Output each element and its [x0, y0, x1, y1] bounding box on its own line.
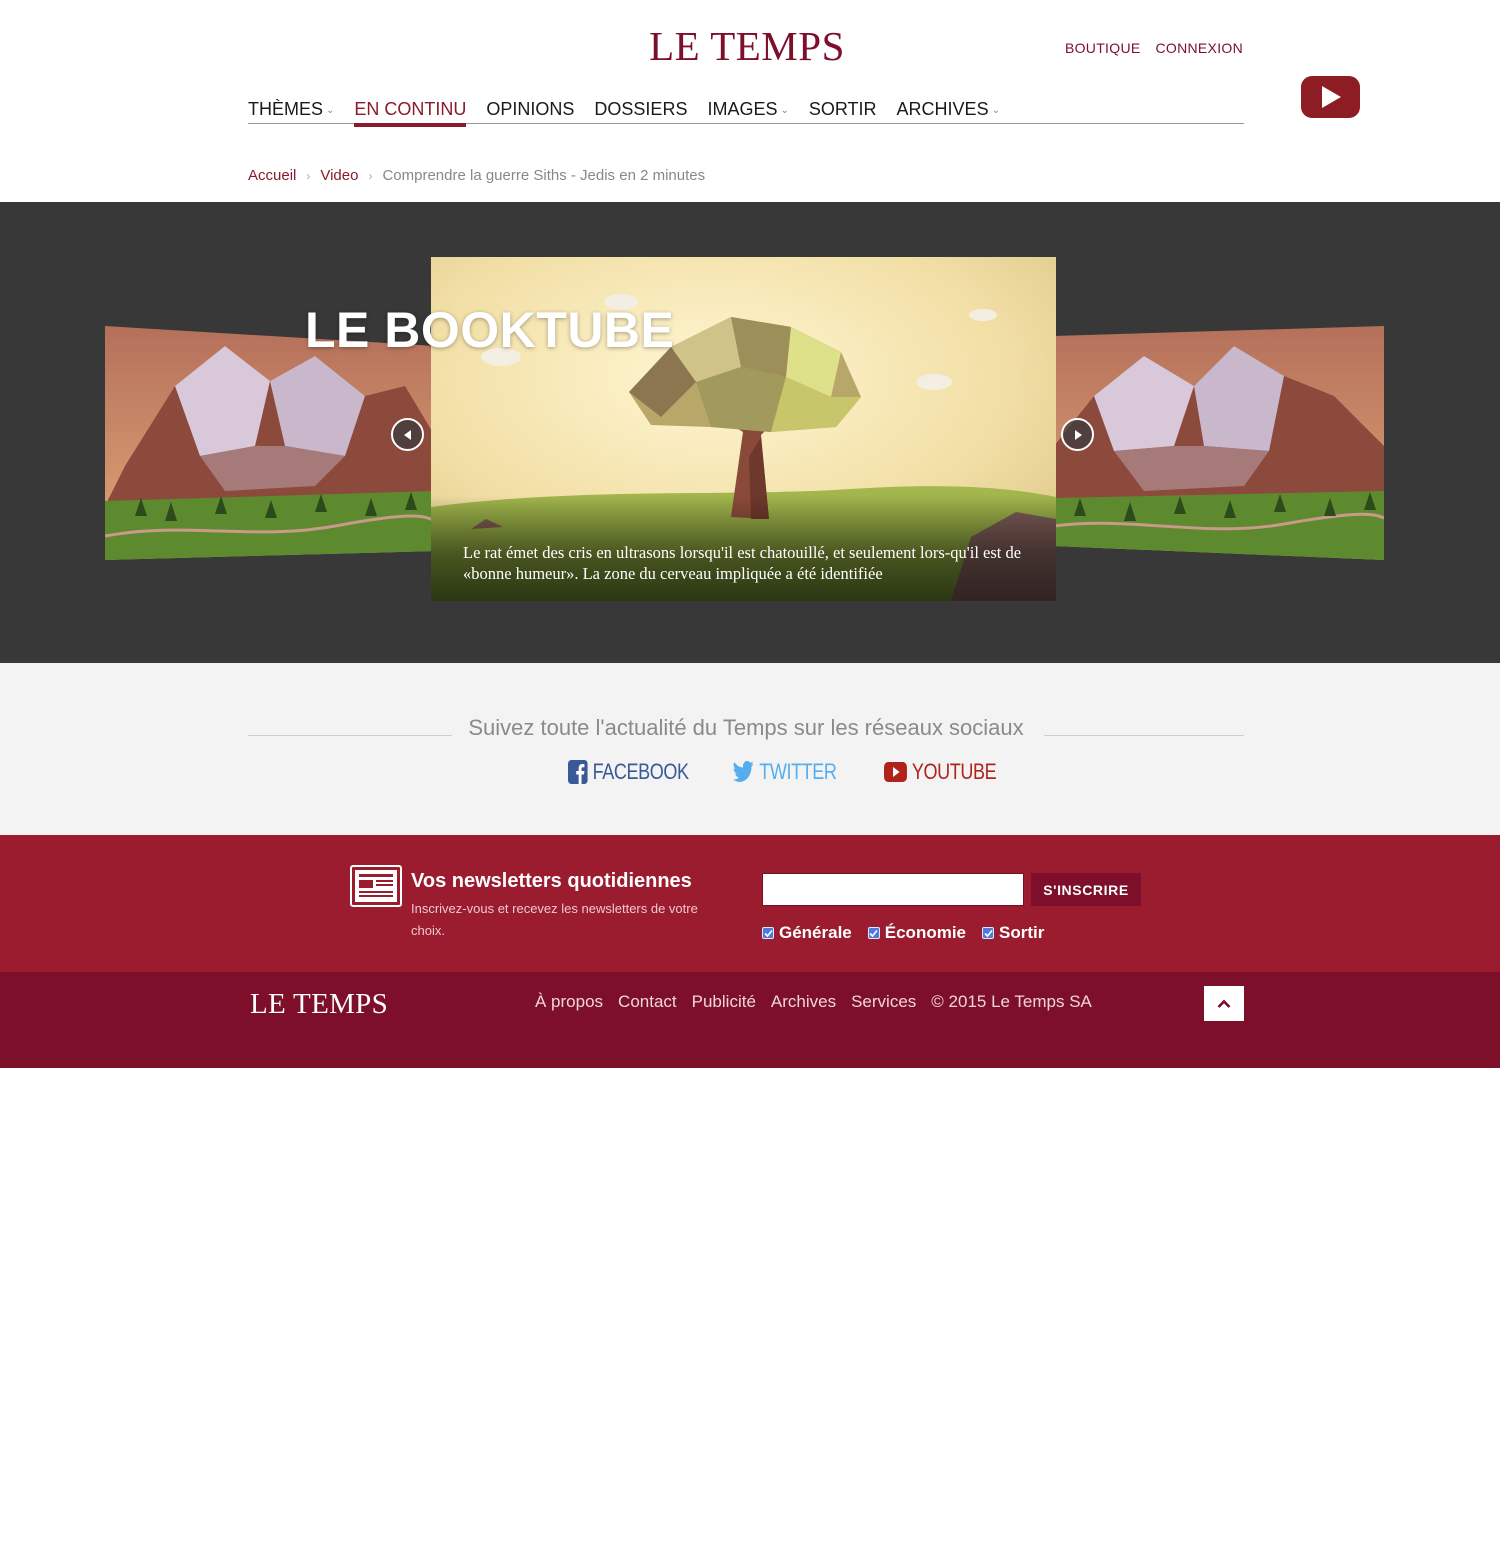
nav-item-sortir[interactable]: SORTIR [809, 97, 877, 124]
breadcrumb-separator-icon: › [368, 168, 373, 183]
chevron-down-icon: ⌄ [780, 104, 789, 116]
checkbox-checked-icon[interactable] [867, 927, 880, 939]
chevron-left-icon[interactable] [391, 418, 424, 451]
nav-item-en-continu[interactable]: EN CONTINU [354, 97, 467, 127]
social-heading: Suivez toute l'actualité du Temps sur le… [248, 713, 1244, 743]
site-footer: LE TEMPS À propos Contact Publicité Arch… [0, 972, 1500, 1068]
breadcrumb-section[interactable]: Video [320, 167, 358, 184]
footer-link-contact[interactable]: Contact [618, 992, 677, 1012]
social-section: Suivez toute l'actualité du Temps sur le… [0, 663, 1500, 835]
footer-link-apropos[interactable]: À propos [535, 992, 603, 1012]
chevron-down-icon: ⌄ [991, 104, 1000, 116]
twitter-label: TWITTER [759, 759, 837, 784]
checkbox-checked-icon[interactable] [762, 927, 774, 939]
breadcrumb: Accueil › Video › Comprendre la guerre S… [248, 167, 705, 184]
facebook-icon [568, 760, 588, 784]
youtube-icon [884, 762, 908, 782]
boutique-link[interactable]: BOUTIQUE [1065, 40, 1141, 56]
nav-item-label: THÈMES [248, 99, 324, 119]
main-nav: THÈMES ⌄ EN CONTINU OPINIONS DOSSIERS IMA… [248, 97, 1244, 127]
youtube-link[interactable]: YOUTUBE [884, 759, 997, 785]
divider [1044, 735, 1244, 736]
nav-item-label: OPINIONS [486, 99, 575, 119]
slide-caption: Le rat émet des cris en ultrasons lorsqu… [463, 543, 1022, 583]
newsletter-options: Générale Économie Sortir [762, 923, 1044, 943]
nav-item-label: EN CONTINU [354, 99, 467, 119]
twitter-icon [733, 761, 754, 783]
newsletter-icon [350, 865, 402, 907]
video-carousel: Le rat émet des cris en ultrasons lorsqu… [0, 202, 1500, 663]
checkbox-label: Économie [884, 923, 967, 942]
subscribe-button[interactable]: S'INSCRIRE [1031, 873, 1141, 906]
newsletter-email-field[interactable] [762, 873, 1024, 906]
checkbox-sortir[interactable]: Sortir [982, 923, 1044, 943]
newsletter-title: Vos newsletters quotidiennes [411, 870, 692, 892]
twitter-link[interactable]: TWITTER [733, 759, 837, 785]
chevron-right-icon[interactable] [1061, 418, 1094, 451]
copyright: © 2015 Le Temps SA [931, 992, 1092, 1011]
footer-logo[interactable]: LE TEMPS [250, 986, 388, 1022]
newsletter-section: Vos newsletters quotidiennes Inscrivez-v… [0, 835, 1500, 972]
breadcrumb-separator-icon: › [306, 168, 311, 183]
top-links: BOUTIQUE CONNEXION [1065, 40, 1243, 56]
footer-link-archives[interactable]: Archives [771, 992, 836, 1012]
nav-item-opinions[interactable]: OPINIONS [486, 97, 574, 124]
divider [248, 735, 452, 736]
breadcrumb-current: Comprendre la guerre Siths - Jedis en 2 … [382, 167, 706, 184]
checkbox-generale[interactable]: Générale [762, 923, 852, 943]
slide-thumbnail-next[interactable] [1054, 326, 1384, 560]
newsletter-description: Inscrivez-vous et recevez les newsletter… [411, 901, 698, 938]
checkbox-checked-icon[interactable] [982, 927, 995, 939]
social-heading-text: Suivez toute l'actualité du Temps sur le… [468, 715, 1024, 740]
site-logo[interactable]: LE TEMPS [637, 22, 857, 70]
nav-item-label: DOSSIERS [594, 99, 688, 119]
site-header: LE TEMPS BOUTIQUE CONNEXION THÈMES ⌄ EN C… [0, 0, 1500, 202]
checkbox-label: Générale [779, 923, 852, 942]
footer-link-publicite[interactable]: Publicité [692, 992, 756, 1012]
nav-item-label: IMAGES [707, 99, 778, 119]
back-to-top-button[interactable] [1204, 986, 1244, 1021]
footer-link-services[interactable]: Services [851, 992, 916, 1012]
checkbox-label: Sortir [999, 923, 1045, 942]
nav-item-label: ARCHIVES [896, 99, 989, 119]
facebook-link[interactable]: FACEBOOK [568, 759, 689, 785]
chevron-up-icon [1217, 999, 1231, 1008]
youtube-label: YOUTUBE [912, 759, 997, 784]
breadcrumb-home[interactable]: Accueil [248, 167, 296, 184]
social-links: FACEBOOK TWITTER YOUTUBE [568, 759, 1054, 785]
footer-links: À propos Contact Publicité Archives Serv… [535, 992, 1092, 1012]
slide-title: LE BOOKTUBE [305, 302, 675, 358]
nav-item-themes[interactable]: THÈMES ⌄ [248, 97, 334, 124]
nav-item-archives[interactable]: ARCHIVES ⌄ [897, 97, 1000, 124]
nav-item-dossiers[interactable]: DOSSIERS [594, 97, 687, 124]
slide-thumbnail-prev[interactable] [105, 326, 435, 560]
facebook-label: FACEBOOK [592, 759, 689, 784]
nav-item-images[interactable]: IMAGES ⌄ [707, 97, 788, 124]
connexion-link[interactable]: CONNEXION [1156, 40, 1244, 56]
chevron-down-icon: ⌄ [326, 104, 335, 116]
youtube-play-icon[interactable] [1301, 76, 1360, 118]
nav-item-label: SORTIR [808, 99, 877, 119]
checkbox-economie[interactable]: Économie [867, 923, 967, 943]
